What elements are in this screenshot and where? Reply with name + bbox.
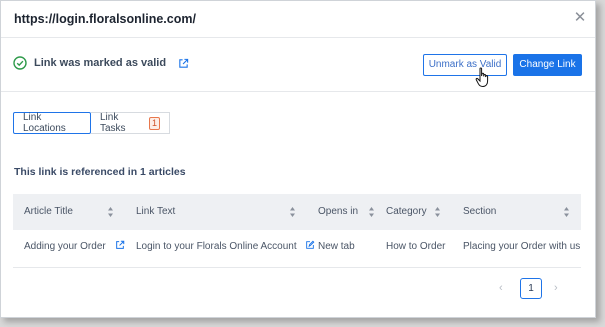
tab-bar: Link Locations Link Tasks 1 <box>13 112 170 134</box>
edit-icon[interactable] <box>305 240 315 250</box>
sort-icon[interactable] <box>368 206 375 218</box>
reference-count-text: This link is referenced in 1 articles <box>14 166 186 178</box>
close-icon[interactable]: ✕ <box>572 10 588 26</box>
cell-link-text: Login to your Florals Online Account <box>136 237 315 257</box>
external-link-icon[interactable] <box>115 240 125 250</box>
check-circle-icon <box>13 56 27 70</box>
page-number-button[interactable]: 1 <box>520 278 542 299</box>
sort-icon[interactable] <box>289 206 296 218</box>
task-count-badge: 1 <box>149 116 160 130</box>
sort-icon[interactable] <box>434 206 441 218</box>
header-divider <box>1 37 595 38</box>
unmark-as-valid-button[interactable]: Unmark as Valid <box>423 54 507 76</box>
section-divider <box>1 91 595 92</box>
column-header-opens-in[interactable]: Opens in <box>318 194 358 230</box>
hand-cursor-icon <box>475 67 489 88</box>
article-title-link[interactable]: Adding your Order <box>24 241 106 252</box>
row-divider <box>13 267 581 268</box>
tab-label: Link Locations <box>23 112 66 134</box>
column-header-article-title[interactable]: Article Title <box>24 194 73 230</box>
table-header: Article Title Link Text Opens in Categor… <box>13 194 581 230</box>
sort-icon[interactable] <box>563 206 570 218</box>
dialog-title: https://login.floralsonline.com/ <box>14 12 196 26</box>
link-details-dialog: https://login.floralsonline.com/ ✕ Link … <box>0 0 596 318</box>
tab-label: Link Tasks <box>100 112 126 134</box>
tab-link-tasks[interactable]: Link Tasks 1 <box>91 112 170 134</box>
status-text: Link was marked as valid <box>34 57 167 69</box>
cell-article-title[interactable]: Adding your Order <box>24 237 125 257</box>
column-header-category[interactable]: Category <box>386 194 427 230</box>
previous-page-icon[interactable]: ‹ <box>499 282 503 294</box>
cell-opens-in: New tab <box>318 241 355 252</box>
next-page-icon[interactable]: › <box>554 282 558 294</box>
status-row: Link was marked as valid <box>13 56 189 70</box>
cell-section: Placing your Order with us <box>463 241 581 252</box>
change-link-button[interactable]: Change Link <box>513 54 582 76</box>
link-text-value: Login to your Florals Online Account <box>136 241 297 252</box>
column-header-section[interactable]: Section <box>463 194 496 230</box>
external-link-icon[interactable] <box>178 58 189 69</box>
column-header-link-text[interactable]: Link Text <box>136 194 175 230</box>
tab-link-locations[interactable]: Link Locations <box>13 112 91 134</box>
sort-icon[interactable] <box>107 206 114 218</box>
cell-category: How to Order <box>386 241 446 252</box>
